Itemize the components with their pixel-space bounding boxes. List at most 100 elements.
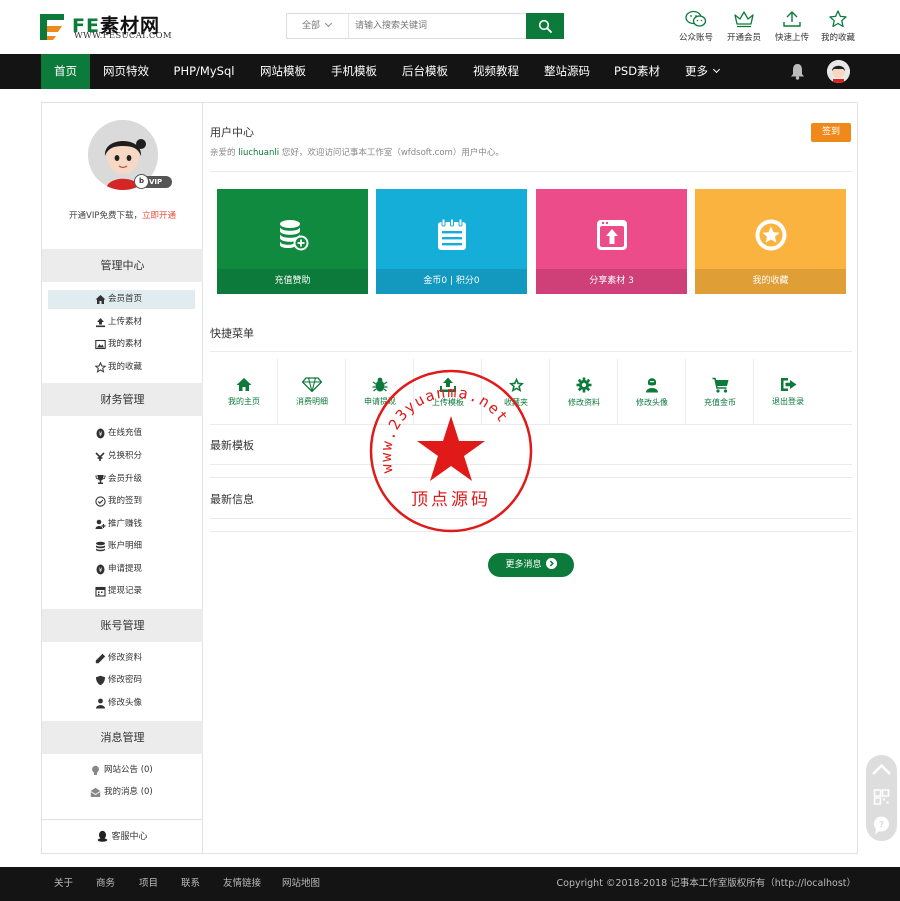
section-latest-news: 最新信息: [210, 493, 254, 506]
quick-my-home[interactable]: 我的主页: [210, 359, 278, 424]
nav-web-effects[interactable]: 网页特效: [95, 54, 157, 89]
quick-logout[interactable]: 退出登录: [754, 359, 822, 424]
sidebar-item-favorites[interactable]: 我的收藏: [48, 358, 195, 377]
bell-icon[interactable]: [790, 63, 805, 80]
quick-spending[interactable]: 消费明细: [278, 359, 346, 424]
welcome-prefix: 亲爱的: [210, 148, 236, 158]
sidebar-item-announcements[interactable]: 网站公告 (0): [48, 761, 195, 780]
sidebar-item-edit-profile[interactable]: 修改资料: [48, 649, 195, 668]
footer-link-business[interactable]: 商务: [96, 867, 115, 901]
nav-site-templates[interactable]: 网站模板: [252, 54, 314, 89]
nav-php-mysql[interactable]: PHP/MySql: [168, 54, 240, 89]
sign-in-button[interactable]: 签到: [811, 123, 851, 142]
sidebar-item-label: 修改资料: [108, 653, 143, 663]
sidebar-item-my-assets[interactable]: 我的素材: [48, 335, 195, 354]
nav-site-source[interactable]: 整站源码: [536, 54, 598, 89]
search-input[interactable]: [355, 17, 525, 35]
quick-buy-coins[interactable]: 充值金币: [686, 359, 754, 424]
top-link-favorites[interactable]: 我的收藏: [816, 10, 860, 48]
card-recharge[interactable]: 充值赞助: [217, 189, 368, 294]
sidebar-item-exchange[interactable]: 兑换积分: [48, 447, 195, 466]
back-to-top-button[interactable]: [866, 755, 897, 783]
wechat-icon: [685, 10, 707, 27]
sidebar-item-member-home[interactable]: 会员首页: [48, 290, 195, 309]
sidebar-item-upgrade[interactable]: 会员升级: [48, 470, 195, 489]
sidebar-item-change-password[interactable]: 修改密码: [48, 671, 195, 690]
sidebar-item-label: 我的签到: [108, 496, 143, 506]
exchange-icon: [95, 452, 105, 461]
sidebar-item-label: 账户明细: [108, 541, 143, 551]
username: liuchuanli: [238, 148, 280, 158]
footer-link-friend-links[interactable]: 友情链接: [223, 867, 261, 901]
sidebar-item-label: 我的消息 (0): [104, 787, 153, 797]
sidebar-item-label: 网站公告 (0): [104, 765, 153, 775]
feedback-button[interactable]: ?: [866, 811, 897, 839]
nav-video-tutorials[interactable]: 视频教程: [465, 54, 527, 89]
top-link-label: 公众账号: [678, 33, 713, 43]
card-balance[interactable]: 金币0 | 积分0: [376, 189, 527, 294]
search-bar: 全部: [286, 13, 564, 39]
float-toolbar: ?: [866, 755, 897, 841]
bulb-icon: [92, 765, 99, 775]
support-center[interactable]: 客服中心: [42, 819, 203, 853]
qrcode-button[interactable]: [866, 783, 897, 811]
footer-link-projects[interactable]: 项目: [139, 867, 158, 901]
sidebar-item-label: 上传素材: [108, 317, 143, 327]
card-label: 分享素材 3: [536, 269, 687, 294]
chevron-down-icon: [324, 19, 333, 28]
upload-icon: [96, 318, 105, 328]
database-icon: [96, 541, 105, 552]
sidebar-item-recharge[interactable]: ¥ 在线充值: [48, 424, 195, 443]
search-button[interactable]: [526, 13, 564, 39]
sidebar-item-label: 会员首页: [108, 294, 143, 304]
sidebar-group-messages: 消息管理: [42, 721, 203, 754]
card-favorites[interactable]: 我的收藏: [695, 189, 846, 294]
quick-change-avatar[interactable]: 修改头像: [618, 359, 686, 424]
arrow-right-circle-icon: [545, 558, 557, 569]
upload-icon: [783, 11, 801, 27]
divider: [210, 351, 852, 352]
sidebar-item-account-detail[interactable]: 账户明细: [48, 537, 195, 556]
search-category-select[interactable]: 全部: [287, 14, 349, 38]
top-link-wechat[interactable]: 公众账号: [674, 10, 718, 48]
more-news-button[interactable]: 更多消息: [488, 553, 574, 577]
nav-mobile-templates[interactable]: 手机模板: [323, 54, 385, 89]
sidebar-item-label: 修改头像: [108, 698, 143, 708]
nav-home[interactable]: 首页: [41, 54, 90, 89]
sidebar-item-label: 申请提现: [108, 564, 143, 574]
footer-link-contact[interactable]: 联系: [181, 867, 200, 901]
sidebar-group-admin: 管理中心: [42, 249, 203, 282]
nav-psd[interactable]: PSD素材: [607, 54, 667, 89]
vip-badge-text: VIP: [149, 178, 163, 186]
logout-icon: [780, 378, 796, 391]
search-icon: [538, 19, 552, 33]
vip-badge-letter: b: [134, 174, 149, 189]
card-icon-area: [536, 189, 687, 269]
top-link-vip[interactable]: 开通会员: [722, 10, 766, 48]
top-link-upload[interactable]: 快速上传: [770, 10, 814, 48]
vip-open-link[interactable]: 立即开通: [142, 211, 176, 221]
user-avatar[interactable]: [827, 60, 850, 83]
envelope-icon: [90, 787, 101, 797]
nav-admin-templates[interactable]: 后台模板: [394, 54, 456, 89]
sidebar-item-label: 在线充值: [108, 428, 143, 438]
site-logo[interactable]: FE素材网 WWW.FESUCAI.COM: [40, 12, 180, 42]
sidebar-item-my-messages[interactable]: 我的消息 (0): [48, 783, 195, 802]
nav-more[interactable]: 更多: [677, 54, 727, 89]
star-icon: [95, 362, 106, 373]
shield-icon: [96, 675, 105, 686]
user-icon: [96, 698, 105, 709]
sidebar-item-withdraw-records[interactable]: 提现记录: [48, 582, 195, 601]
footer-link-about[interactable]: 关于: [54, 867, 73, 901]
sidebar-group-finance: 财务管理: [42, 383, 203, 416]
sidebar-item-change-avatar[interactable]: 修改头像: [48, 694, 195, 713]
footer-link-sitemap[interactable]: 网站地图: [282, 867, 320, 901]
quick-edit-profile[interactable]: 修改资料: [550, 359, 618, 424]
section-quick-menu: 快捷菜单: [210, 327, 254, 340]
sidebar-item-promote[interactable]: 推广赚钱: [48, 515, 195, 534]
card-label: 我的收藏: [695, 269, 846, 294]
sidebar-item-withdraw[interactable]: ¥ 申请提现: [48, 560, 195, 579]
sidebar-item-upload[interactable]: 上传素材: [48, 313, 195, 332]
sidebar-item-checkin[interactable]: 我的签到: [48, 492, 195, 511]
card-shared[interactable]: 分享素材 3: [536, 189, 687, 294]
